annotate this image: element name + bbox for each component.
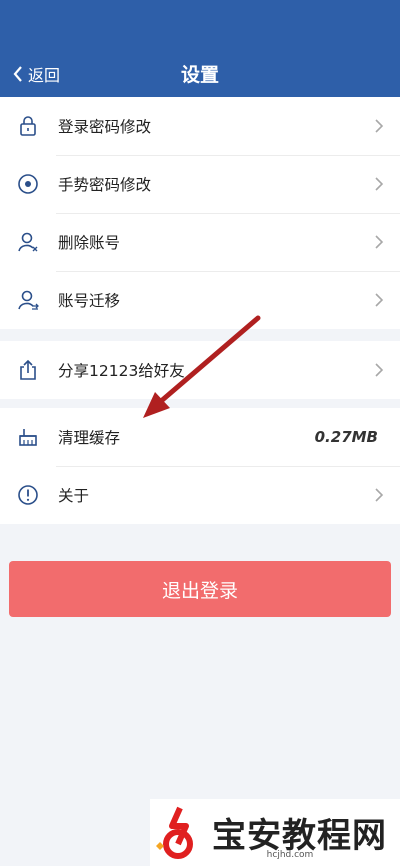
delete-account-item[interactable]: 删除账号 [0, 213, 400, 271]
clear-cache-item[interactable]: 清理缓存 0.27MB [0, 408, 400, 466]
chevron-right-icon [375, 119, 384, 133]
user-transfer-icon [18, 290, 39, 310]
gesture-icon [18, 174, 38, 194]
broom-icon [19, 429, 37, 446]
share-icon [20, 359, 36, 380]
chevron-right-icon [375, 488, 384, 502]
chevron-right-icon [375, 235, 384, 249]
clear-cache-label: 清理缓存 [58, 429, 121, 447]
account-transfer-item[interactable]: 账号迁移 [0, 271, 400, 329]
login-password-label: 登录密码修改 [58, 118, 152, 136]
about-item[interactable]: 关于 [0, 466, 400, 524]
lock-icon [20, 116, 36, 136]
delete-account-label: 删除账号 [58, 234, 121, 252]
account-settings-group: 登录密码修改 手势密码修改 删除账号 账号迁移 [0, 97, 400, 329]
other-settings-group: 清理缓存 0.27MB 关于 [0, 408, 400, 524]
account-transfer-label: 账号迁移 [58, 292, 121, 310]
share-group: 分享12123给好友 [0, 341, 400, 399]
gesture-password-label: 手势密码修改 [58, 176, 152, 194]
cache-size-value: 0.27MB [314, 428, 378, 446]
gesture-password-item[interactable]: 手势密码修改 [0, 155, 400, 213]
chevron-right-icon [375, 177, 384, 191]
watermark-url: hcjhd.com [266, 850, 314, 860]
info-icon [18, 485, 38, 505]
login-password-item[interactable]: 登录密码修改 [0, 97, 400, 155]
user-remove-icon [18, 232, 38, 252]
page-title: 设置 [180, 64, 219, 86]
share-label: 分享12123给好友 [58, 362, 185, 380]
chevron-right-icon [375, 293, 384, 307]
logout-button[interactable]: 退出登录 [9, 561, 391, 617]
chevron-right-icon [375, 363, 384, 377]
share-item[interactable]: 分享12123给好友 [0, 341, 400, 399]
about-label: 关于 [58, 487, 90, 505]
